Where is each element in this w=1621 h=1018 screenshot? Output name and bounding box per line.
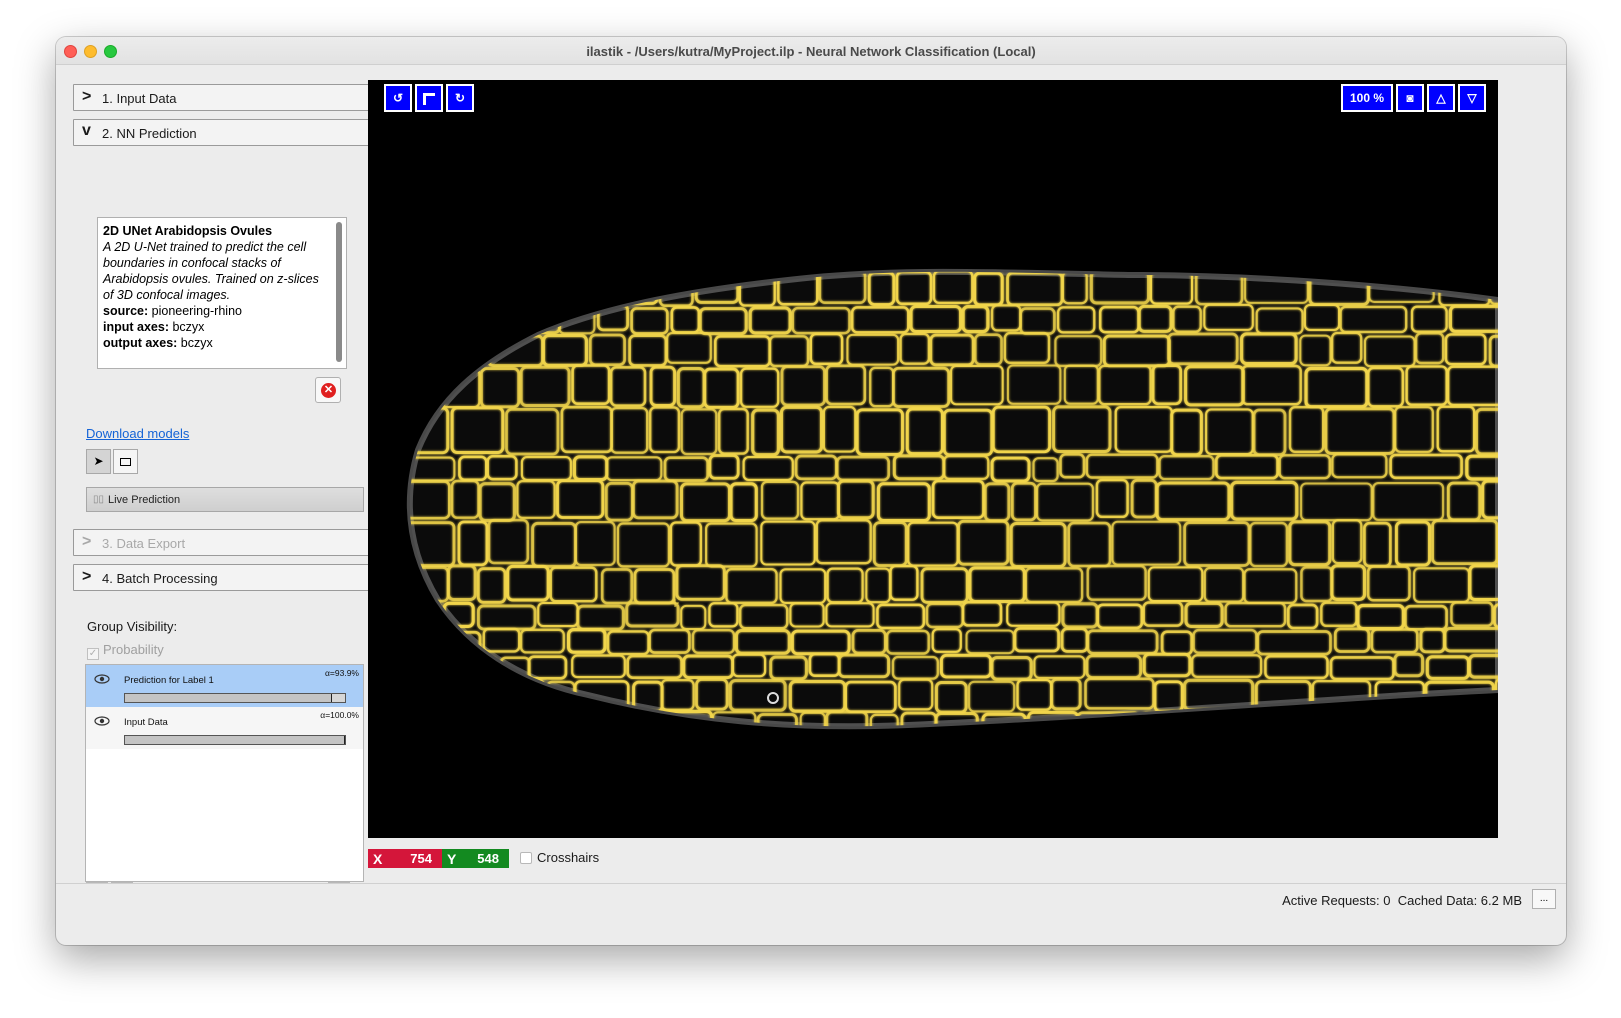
remove-model-button[interactable]: ✕ (315, 377, 341, 403)
layer-name: Prediction for Label 1 (124, 675, 214, 686)
layer-name: Input Data (124, 717, 168, 728)
live-prediction-label: Live Prediction (108, 494, 181, 506)
checkbox-check-icon: ✓ (87, 648, 99, 660)
camera-icon: ◙ (1406, 91, 1414, 105)
window-title: ilastik - /Users/kutra/MyProject.ilp - N… (586, 44, 1036, 59)
layer-row[interactable]: Prediction for Label 1 α=93.9% (86, 665, 363, 707)
applet-batch-processing[interactable]: > 4. Batch Processing (73, 564, 373, 591)
x-coordinate-value: 754 (410, 851, 432, 866)
screenshot-button[interactable]: ◙ (1396, 84, 1424, 112)
roi-tool-button[interactable] (113, 449, 138, 474)
crosshairs-label: Crosshairs (537, 850, 600, 865)
model-input-axes-value: bczyx (172, 320, 205, 334)
x-axis-label: X (373, 851, 383, 867)
model-description-box[interactable]: 2D UNet Arabidopsis Ovules A 2D U-Net tr… (97, 217, 347, 369)
maximize-view-button[interactable]: △ (1427, 84, 1455, 112)
status-text: Active Requests: 0 Cached Data: 6.2 MB (1282, 893, 1522, 908)
eye-icon[interactable] (94, 715, 110, 727)
status-more-button[interactable]: ... (1532, 889, 1556, 909)
rotate-right-icon: ↻ (454, 91, 466, 105)
chevron-right-icon: > (82, 88, 92, 105)
applet-nn-prediction-label: 2. NN Prediction (102, 126, 197, 141)
layer-opacity-label: α=93.9% (325, 668, 359, 678)
active-requests: Active Requests: 0 (1282, 893, 1391, 908)
crosshairs-checkbox-box[interactable] (520, 852, 532, 864)
model-name: 2D UNet Arabidopsis Ovules (103, 224, 273, 238)
probability-checkbox: ✓ Probability (87, 642, 164, 660)
model-output-axes-value: bczyx (180, 336, 213, 350)
zoom-level-button[interactable]: 100 % (1341, 84, 1393, 112)
live-prediction-button[interactable]: ▯▯ Live Prediction (86, 487, 364, 512)
reset-view-button[interactable] (415, 84, 443, 112)
layer-list[interactable]: Prediction for Label 1 α=93.9% Input Dat… (85, 664, 364, 882)
opacity-fill (125, 736, 345, 744)
description-scrollbar[interactable] (336, 222, 342, 362)
app-window: ilastik - /Users/kutra/MyProject.ilp - N… (56, 37, 1566, 945)
close-circle-icon: ✕ (321, 383, 336, 398)
cached-data: Cached Data: 6.2 MB (1397, 893, 1522, 908)
rotate-left-icon: ↺ (392, 91, 404, 105)
model-source-value: pioneering-rhino (151, 304, 242, 318)
applet-data-export: > 3. Data Export (73, 529, 373, 556)
crosshairs-checkbox[interactable]: Crosshairs (520, 850, 599, 865)
applet-nn-prediction[interactable]: v 2. NN Prediction (73, 119, 373, 146)
applet-input-data-label: 1. Input Data (102, 91, 177, 106)
layer-opacity-slider[interactable] (124, 693, 346, 703)
chevron-right-icon: > (82, 568, 92, 585)
group-visibility-label: Group Visibility: (87, 619, 178, 634)
x-coordinate: X 754 (368, 849, 442, 868)
minimize-view-button[interactable]: ▽ (1458, 84, 1486, 112)
image-viewer[interactable]: + ↺ ↻ 100 % ◙ △ ▽ (368, 80, 1498, 838)
triangle-down-icon: ▽ (1467, 91, 1477, 105)
status-bar: Active Requests: 0 Cached Data: 6.2 MB .… (56, 883, 1566, 913)
chevron-right-icon: > (82, 533, 92, 550)
applet-data-export-label: 3. Data Export (102, 536, 186, 551)
y-axis-label: Y (447, 851, 457, 867)
triangle-up-icon: △ (1436, 91, 1446, 105)
model-output-axes-label: output axes: (103, 336, 178, 350)
navigation-tool-button[interactable]: ➤ (86, 449, 111, 474)
rotate-right-button[interactable]: ↻ (446, 84, 474, 112)
layer-row[interactable]: Input Data α=100.0% (86, 707, 363, 749)
cursor-marker: + (670, 596, 680, 610)
rotate-left-button[interactable]: ↺ (384, 84, 412, 112)
applet-input-data[interactable]: > 1. Input Data (73, 84, 373, 111)
corner-icon (423, 92, 435, 105)
eye-icon[interactable] (94, 673, 110, 685)
model-input-axes-label: input axes: (103, 320, 169, 334)
applet-batch-processing-label: 4. Batch Processing (102, 571, 218, 586)
title-bar: ilastik - /Users/kutra/MyProject.ilp - N… (56, 37, 1566, 65)
toggle-icon: ▯▯ (93, 494, 105, 505)
opacity-fill (125, 694, 332, 702)
model-description: A 2D U-Net trained to predict the cell b… (103, 240, 319, 302)
arrow-pointer-icon: ➤ (93, 454, 104, 468)
chevron-down-icon: v (82, 122, 91, 139)
microscopy-image[interactable]: + (368, 80, 1498, 838)
rectangle-select-icon (120, 457, 131, 466)
y-coordinate-value: 548 (477, 851, 499, 866)
layer-opacity-label: α=100.0% (320, 710, 359, 720)
download-models-link[interactable]: Download models (86, 426, 189, 441)
y-coordinate: Y 548 (442, 849, 509, 868)
model-source-label: source: (103, 304, 149, 318)
layer-opacity-slider[interactable] (124, 735, 346, 745)
applet-drawer: > 1. Input Data v 2. NN Prediction 2D UN… (73, 84, 373, 904)
probability-label: Probability (103, 642, 164, 657)
